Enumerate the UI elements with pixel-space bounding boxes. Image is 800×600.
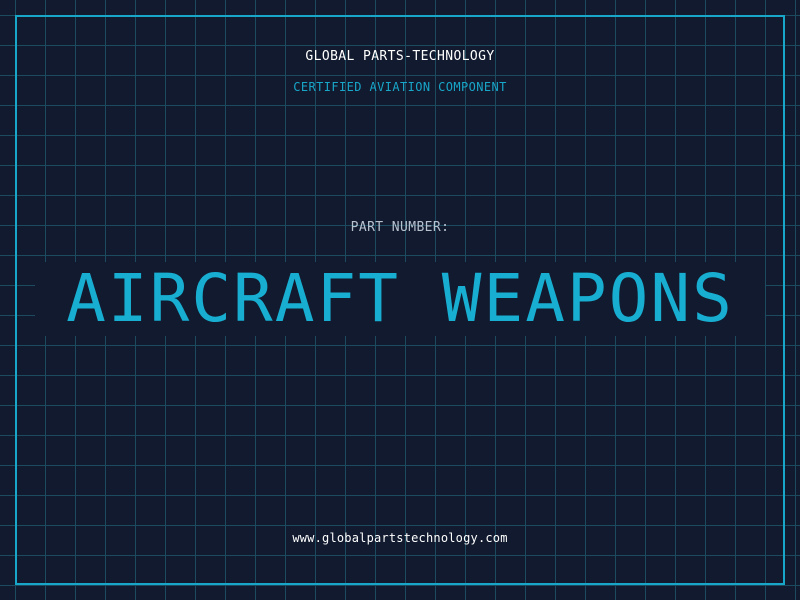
company-name: GLOBAL PARTS-TECHNOLOGY bbox=[305, 49, 495, 64]
part-name-title: AIRCRAFT WEAPONS bbox=[66, 260, 734, 337]
certification-subtitle: CERTIFIED AVIATION COMPONENT bbox=[293, 80, 507, 94]
website-url: www.globalpartstechnology.com bbox=[292, 531, 508, 545]
certificate-canvas: GLOBAL PARTS-TECHNOLOGY CERTIFIED AVIATI… bbox=[0, 0, 800, 600]
part-number-label: PART NUMBER: bbox=[350, 220, 450, 235]
